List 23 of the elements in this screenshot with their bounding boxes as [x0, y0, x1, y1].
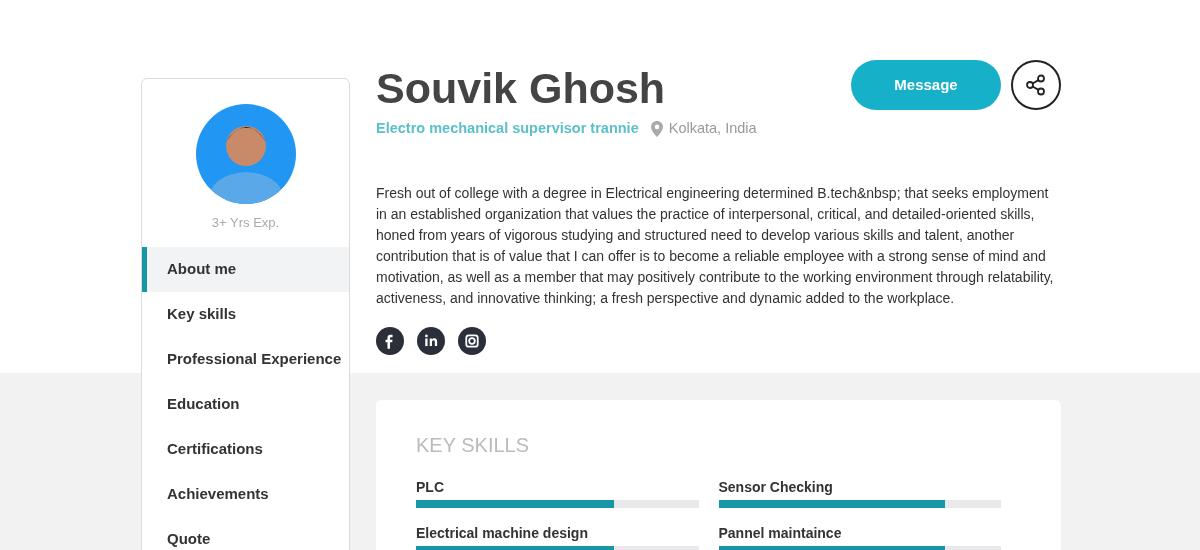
sidebar-item[interactable]: About me	[142, 246, 349, 292]
share-button[interactable]	[1011, 60, 1061, 110]
about-paragraph: Fresh out of college with a degree in Electrical engineering determined B.tech&nbsp; that seeks employment in an established organization that values the practice of interpersonal, critical, and detailed-oriented skills, honed from years of vigorous studying and structured need to develop various skills and talent, another contribution that is of value that I can offer is to become a reliable employee with a strong sense of mind and motivation, as well as a member that may positively contribute to the working environment through relatability, activeness, and innovative thinking; a fresh perspective and dynamic added to the workplace.	[376, 184, 1055, 308]
profile-name: Souvik Ghosh	[376, 63, 667, 114]
sidebar-item[interactable]: Education	[142, 381, 349, 427]
sidebar-item[interactable]: Key skills	[142, 291, 349, 337]
location-pin-icon	[650, 120, 663, 137]
section-title: KEY SKILLS	[416, 433, 531, 458]
experience-text: 3+ Yrs Exp.	[211, 214, 280, 232]
linkedin-icon[interactable]	[417, 327, 445, 355]
facebook-icon[interactable]	[376, 327, 404, 355]
skill-name: Sensor Checking	[718, 478, 834, 496]
share-icon	[1025, 74, 1047, 96]
instagram-icon[interactable]	[458, 327, 486, 355]
skill-name: PLC	[416, 478, 445, 496]
skill-name: Electrical machine design	[416, 524, 589, 542]
sidebar-item[interactable]: Certifications	[142, 426, 349, 472]
location-text: Kolkata, India	[668, 119, 757, 138]
skill-name: Pannel maintaince	[718, 524, 843, 542]
sidebar-item[interactable]: Quote	[142, 516, 349, 550]
job-title: Electro mechanical supervisor trannie	[376, 119, 639, 138]
sidebar-item[interactable]: Professional Experience	[142, 336, 349, 382]
sidebar-item[interactable]: Achievements	[142, 471, 349, 517]
